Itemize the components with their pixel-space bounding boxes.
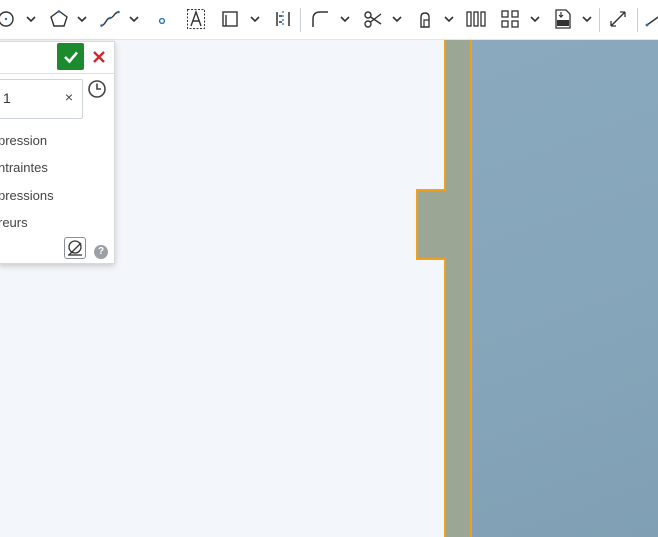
chevron-down-icon[interactable] xyxy=(392,14,402,24)
chevron-down-icon[interactable] xyxy=(129,14,139,24)
toolbar-divider xyxy=(599,8,600,32)
dimension-icon[interactable] xyxy=(606,7,630,31)
chevron-down-icon[interactable] xyxy=(530,14,540,24)
help-icon[interactable]: ? xyxy=(94,245,108,259)
linear-pattern-icon[interactable] xyxy=(464,7,488,31)
check-icon xyxy=(63,51,78,63)
spline-icon[interactable] xyxy=(98,7,122,31)
selected-face-edge[interactable] xyxy=(444,40,472,537)
text-icon[interactable] xyxy=(184,7,208,31)
cancel-button[interactable] xyxy=(89,46,109,68)
option-errors[interactable]: reurs xyxy=(0,215,28,230)
part-face[interactable] xyxy=(472,40,658,537)
transform-icon[interactable] xyxy=(413,7,437,31)
chevron-down-icon[interactable] xyxy=(340,14,350,24)
chevron-down-icon[interactable] xyxy=(77,14,87,24)
circle-icon[interactable] xyxy=(0,7,20,31)
history-icon[interactable] xyxy=(87,79,107,99)
chevron-down-icon[interactable] xyxy=(26,14,36,24)
sketch-toolbar xyxy=(0,0,658,40)
grid-pattern-icon[interactable] xyxy=(498,7,522,31)
option-expressions[interactable]: pressions xyxy=(0,188,54,203)
dxf-import-icon[interactable] xyxy=(551,7,575,31)
toolbar-divider xyxy=(637,8,638,32)
mirror-icon[interactable] xyxy=(271,7,295,31)
chevron-down-icon[interactable] xyxy=(444,14,454,24)
sketch-tools-icon[interactable] xyxy=(64,237,86,259)
polygon-icon[interactable] xyxy=(47,7,71,31)
selected-tab-face[interactable] xyxy=(416,189,446,260)
trim-icon[interactable] xyxy=(361,7,385,31)
clear-field-icon[interactable]: × xyxy=(62,89,76,105)
chevron-down-icon[interactable] xyxy=(250,14,260,24)
chevron-down-icon[interactable] xyxy=(582,14,592,24)
dialog-header xyxy=(0,42,114,74)
option-constraints[interactable]: ntraintes xyxy=(0,160,48,175)
accept-button[interactable] xyxy=(57,43,84,70)
close-icon xyxy=(93,51,105,63)
feature-dialog: 1 × pression ntraintes pressions reurs ? xyxy=(0,41,115,264)
point-icon[interactable] xyxy=(150,7,174,31)
value-field-text: 1 xyxy=(3,90,11,106)
value-field[interactable]: 1 × xyxy=(0,79,83,119)
fillet-icon[interactable] xyxy=(308,7,332,31)
toolbar-divider xyxy=(300,8,301,32)
offset-icon[interactable] xyxy=(218,7,242,31)
line-icon[interactable] xyxy=(642,7,658,31)
option-expression[interactable]: pression xyxy=(0,133,47,148)
